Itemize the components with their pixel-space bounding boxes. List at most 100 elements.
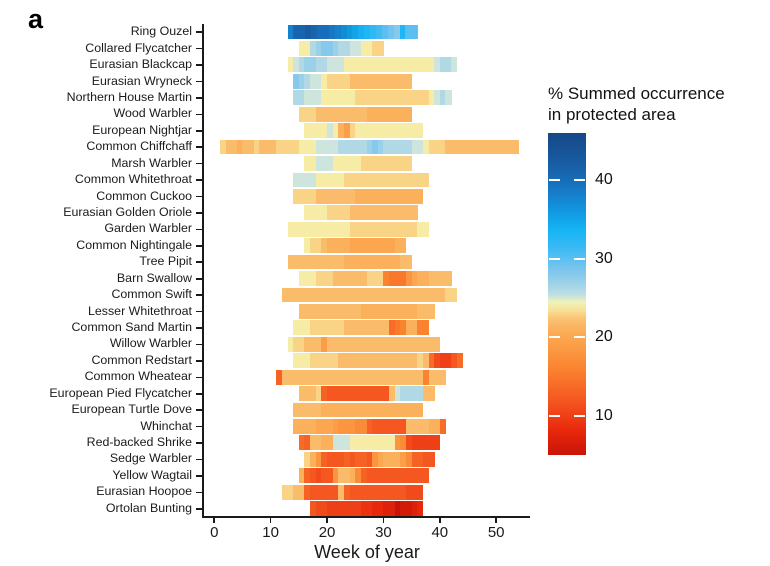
heatmap-row: [203, 188, 530, 204]
x-tick: [495, 517, 497, 523]
y-axis-label: Northern House Martin: [66, 89, 192, 104]
y-tick: [196, 442, 202, 444]
colorbar-tick-label: 10: [595, 406, 613, 424]
heatmap-row: [203, 336, 530, 352]
heatmap-cell: [422, 172, 429, 188]
heatmap-row: [203, 287, 530, 303]
y-tick: [196, 97, 202, 99]
x-tick: [213, 517, 216, 523]
y-axis-label: Common Sand Martin: [71, 320, 192, 335]
x-axis-title: Week of year: [314, 542, 420, 562]
heatmap-cell: [445, 90, 452, 106]
heatmap-row: [203, 106, 530, 122]
y-tick: [196, 31, 202, 33]
colorbar-tick: [548, 336, 586, 339]
y-axis-label: Common Wheatear: [84, 369, 192, 384]
colorbar-title: % Summed occurrence in protected area: [548, 84, 763, 125]
heatmap-cell: [405, 156, 413, 171]
x-tick: [269, 517, 272, 523]
heatmap-row: [203, 172, 530, 188]
y-tick: [196, 507, 202, 510]
colorbar-title-line1: % Summed occurrence: [548, 84, 725, 103]
y-tick: [196, 491, 202, 494]
heatmap-row: [203, 156, 530, 171]
y-axis-label: Sedge Warbler: [109, 451, 192, 466]
heatmap-row: [203, 221, 530, 237]
heatmap-row: [203, 320, 530, 336]
y-axis-label: Ring Ouzel: [130, 24, 192, 39]
heatmap-cell: [456, 353, 463, 369]
heatmap-cell: [411, 205, 418, 221]
y-tick: [196, 425, 202, 428]
y-tick: [196, 146, 202, 149]
y-axis-label: Garden Warbler: [104, 221, 192, 236]
x-tick: [438, 517, 441, 523]
heatmap-cell: [417, 484, 424, 500]
colorbar-tick-label: 30: [595, 249, 613, 267]
heatmap-cell: [428, 451, 435, 467]
heatmap-row: [203, 435, 530, 451]
heatmap-cell: [445, 271, 452, 286]
heatmap-cell: [400, 238, 407, 254]
x-axis-label: 50: [487, 524, 505, 541]
y-axis-label: Eurasian Golden Oriole: [63, 204, 192, 219]
y-axis-label: Common Whitethroat: [74, 172, 192, 187]
heatmap-row: [203, 402, 530, 418]
y-tick: [196, 80, 202, 83]
x-axis-label: 20: [318, 524, 336, 541]
heatmap-cell: [405, 106, 413, 122]
y-axis-label: Whinchat: [140, 418, 192, 433]
colorbar-tick-label: 20: [595, 328, 613, 346]
y-axis-label: Eurasian Hoopoe: [96, 484, 192, 499]
heatmap-row: [203, 24, 530, 40]
y-tick: [196, 261, 202, 264]
heatmap-row: [203, 254, 530, 270]
y-tick: [196, 294, 202, 296]
heatmap-row: [203, 484, 530, 500]
y-axis-label: Marsh Warbler: [111, 155, 192, 170]
heatmap-row: [203, 205, 530, 221]
heatmap-row: [203, 386, 530, 401]
y-axis-label: Common Chiffchaff: [86, 139, 192, 154]
x-axis-label: 40: [431, 524, 449, 541]
y-tick: [196, 360, 202, 362]
heatmap-cell: [422, 221, 429, 237]
heatmap-row: [203, 468, 530, 484]
x-axis-label: 30: [375, 524, 392, 541]
y-axis-label: Willow Warbler: [109, 336, 192, 351]
heatmap-cell: [411, 24, 418, 40]
heatmap-row: [203, 73, 530, 89]
y-axis-label: Ortolan Bunting: [105, 500, 192, 515]
y-axis-label: Lesser Whitethroat: [88, 303, 192, 318]
heatmap-plot: [203, 24, 530, 517]
y-tick: [196, 245, 202, 247]
y-tick: [196, 64, 202, 66]
heatmap-cell: [377, 41, 384, 56]
heatmap-cell: [417, 188, 424, 204]
x-axis-label: 10: [262, 524, 279, 541]
y-axis-label: Yellow Wagtail: [112, 467, 192, 482]
colorbar-tick: [548, 257, 586, 260]
heatmap-row: [203, 451, 530, 467]
colorbar-gradient: [548, 133, 586, 455]
y-tick: [196, 212, 202, 214]
x-tick: [382, 517, 385, 523]
heatmap-row: [203, 238, 530, 254]
y-tick: [196, 392, 202, 395]
heatmap-cell: [428, 303, 435, 319]
heatmap-cell: [434, 336, 441, 352]
heatmap-row: [203, 303, 530, 319]
y-axis-label: Common Swift: [111, 287, 192, 302]
y-tick: [196, 195, 202, 198]
heatmap-cell: [451, 287, 458, 303]
y-axis-label: Common Nightingale: [76, 237, 192, 252]
y-tick: [196, 47, 202, 50]
heatmap-cell: [422, 468, 429, 484]
y-axis-label: Wood Warbler: [113, 106, 193, 121]
heatmap-cell: [451, 57, 458, 73]
y-axis-label: Common Cuckoo: [96, 188, 192, 203]
heatmap-row: [203, 139, 530, 155]
y-axis-label: Tree Pipit: [139, 254, 192, 269]
heatmap-cell: [439, 419, 446, 434]
heatmap-cell: [405, 73, 413, 89]
